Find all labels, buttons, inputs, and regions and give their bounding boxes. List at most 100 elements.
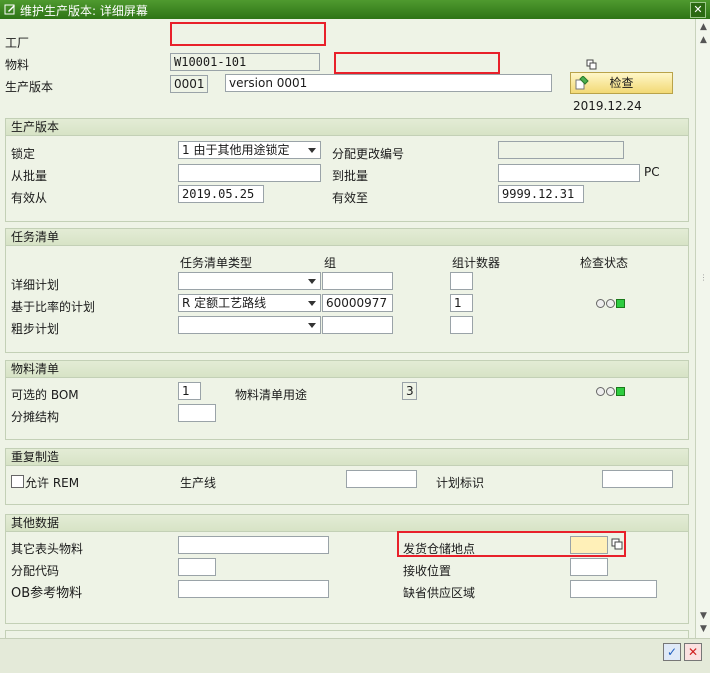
- scroll-down-icon[interactable]: ▼: [698, 624, 709, 635]
- copy-small-icon: [586, 59, 597, 70]
- receiving-loc-field[interactable]: [570, 558, 608, 576]
- task-row-label: 粗步计划: [11, 322, 60, 336]
- valid-from-label: 有效从: [11, 191, 48, 205]
- window-title: 维护生产版本: 详细屏幕: [20, 4, 148, 18]
- valid-to-label: 有效至: [332, 191, 369, 205]
- issue-sloc-label: 发货仓储地点: [403, 542, 476, 556]
- default-supply-area-field[interactable]: [570, 580, 657, 598]
- apportion-label: 分摊结构: [11, 410, 60, 424]
- version-label: 生产版本: [5, 80, 54, 94]
- task-counter-field[interactable]: [450, 316, 473, 334]
- status-light-off: [596, 387, 605, 396]
- task-list-title: 任务清单: [6, 229, 688, 246]
- ob-ref-material-label: OB参考物料: [11, 586, 83, 601]
- chevron-down-icon: [308, 323, 316, 328]
- prod-line-label: 生产线: [180, 476, 217, 490]
- footer-bar: ✓ ✕: [0, 638, 710, 673]
- lock-value: 1 由于其他用途锁定: [182, 143, 290, 157]
- default-supply-area-label: 缺省供应区域: [403, 586, 476, 600]
- copy-icon[interactable]: [611, 538, 623, 550]
- plant-input-highlight[interactable]: [170, 22, 326, 46]
- apportion-field[interactable]: [178, 404, 216, 422]
- status-light-green: [616, 387, 625, 396]
- check-status-column-header: 检查状态: [580, 256, 629, 270]
- scroll-up-icon[interactable]: ▲: [698, 22, 709, 33]
- group-column-header: 组: [324, 256, 337, 270]
- task-type-dropdown[interactable]: R 定额工艺路线: [178, 294, 321, 312]
- from-lot-label: 从批量: [11, 169, 48, 183]
- status-light-off: [596, 299, 605, 308]
- status-light-off: [606, 299, 615, 308]
- title-bar: 维护生产版本: 详细屏幕 ✕: [0, 0, 710, 19]
- bom-usage-label: 物料清单用途: [235, 388, 308, 402]
- task-type-dropdown[interactable]: [178, 272, 321, 290]
- task-counter-field[interactable]: [450, 272, 473, 290]
- alt-bom-field[interactable]: 1: [178, 382, 201, 400]
- task-group-field[interactable]: [322, 272, 393, 290]
- lock-dropdown[interactable]: 1 由于其他用途锁定: [178, 141, 321, 159]
- task-type-dropdown[interactable]: [178, 316, 321, 334]
- unit-label: PC: [644, 165, 660, 179]
- task-row-label: 详细计划: [11, 278, 60, 292]
- task-group-field[interactable]: [322, 316, 393, 334]
- issue-sloc-field[interactable]: [570, 536, 608, 554]
- bom-group: 物料清单: [5, 360, 689, 440]
- bom-title: 物料清单: [6, 361, 688, 378]
- version-text-field[interactable]: version 0001: [225, 74, 552, 92]
- close-icon[interactable]: ✕: [690, 2, 706, 18]
- status-light-green: [616, 299, 625, 308]
- chevron-down-icon: [308, 279, 316, 284]
- status-lights-icon: [596, 299, 626, 308]
- edit-window-icon: [4, 4, 15, 15]
- to-lot-label: 到批量: [332, 169, 369, 183]
- alloc-code-label: 分配代码: [11, 564, 60, 578]
- material-description-highlight: [334, 52, 500, 74]
- from-lot-field[interactable]: [178, 164, 321, 182]
- valid-from-field[interactable]: 2019.05.25: [178, 185, 264, 203]
- main-content: 工厂 物料 W10001-101 生产版本 0001 version 0001 …: [0, 19, 695, 642]
- check-date: 2019.12.24: [573, 99, 642, 113]
- alloc-code-field[interactable]: [178, 558, 216, 576]
- check-button[interactable]: 检查: [570, 72, 673, 94]
- alt-bom-label: 可选的 BOM: [11, 388, 79, 402]
- planning-id-field[interactable]: [602, 470, 673, 488]
- allow-rem-label: 允许 REM: [25, 476, 80, 490]
- status-lights-icon: [596, 387, 626, 396]
- task-group-field[interactable]: 60000977: [322, 294, 393, 312]
- version-field[interactable]: 0001: [170, 75, 208, 93]
- ob-ref-material-field[interactable]: [178, 580, 329, 598]
- scroll-up-icon[interactable]: ▲: [698, 35, 709, 46]
- task-counter-field[interactable]: 1: [450, 294, 473, 312]
- cancel-icon[interactable]: ✕: [684, 643, 702, 661]
- scroll-down-icon[interactable]: ▼: [698, 611, 709, 622]
- check-icon: [575, 76, 589, 90]
- task-row-label: 基于比率的计划: [11, 300, 96, 314]
- chevron-down-icon: [308, 301, 316, 306]
- alloc-change-label: 分配更改编号: [332, 147, 405, 161]
- alloc-change-field[interactable]: [498, 141, 624, 159]
- confirm-icon[interactable]: ✓: [663, 643, 681, 661]
- check-button-label: 检查: [609, 76, 634, 90]
- repetitive-title: 重复制造: [6, 449, 688, 466]
- material-field[interactable]: W10001-101: [170, 53, 320, 71]
- vertical-scrollbar[interactable]: ▲ ▲ ⋮ ▼ ▼: [695, 19, 710, 638]
- counter-column-header: 组计数器: [452, 256, 501, 270]
- receiving-loc-label: 接收位置: [403, 564, 452, 578]
- prod-line-field[interactable]: [346, 470, 417, 488]
- allow-rem-checkbox[interactable]: [11, 475, 24, 488]
- status-light-off: [606, 387, 615, 396]
- plant-label: 工厂: [5, 36, 30, 50]
- other-data-title: 其他数据: [6, 515, 688, 532]
- task-type-value: R 定额工艺路线: [182, 296, 267, 310]
- bom-usage-field[interactable]: 3: [402, 382, 417, 400]
- task-list-group: 任务清单: [5, 228, 689, 353]
- scroll-grip-icon[interactable]: ⋮: [698, 273, 709, 284]
- to-lot-field[interactable]: [498, 164, 640, 182]
- lock-label: 锁定: [11, 147, 36, 161]
- valid-to-field[interactable]: 9999.12.31: [498, 185, 584, 203]
- planning-id-label: 计划标识: [436, 476, 485, 490]
- material-label: 物料: [5, 58, 30, 72]
- other-header-material-label: 其它表头物料: [11, 542, 84, 556]
- other-header-material-field[interactable]: [178, 536, 329, 554]
- task-type-column-header: 任务清单类型: [180, 256, 253, 270]
